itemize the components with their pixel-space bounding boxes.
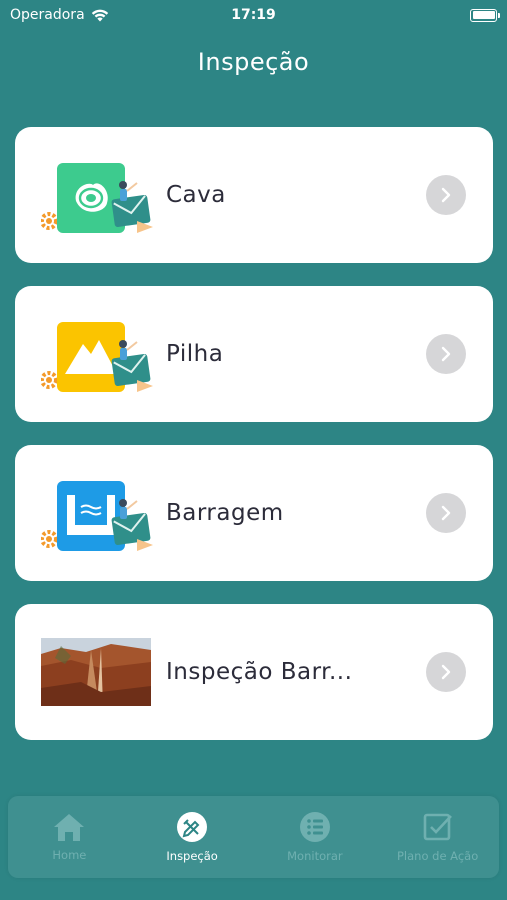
bottom-tab-bar: Home Inspeção Monitorar Plano de Ação (8, 796, 499, 878)
pilha-icon (41, 322, 153, 392)
list-item-cava[interactable]: Cava (15, 127, 493, 263)
chevron-right-icon (441, 346, 451, 362)
status-time: 17:19 (231, 7, 276, 23)
chevron-right-button[interactable] (426, 334, 466, 374)
list-item-barragem[interactable]: Barragem (15, 445, 493, 581)
list-item-inspecao-barragem[interactable]: Inspeção Barr... (15, 604, 493, 740)
status-left: Operadora (10, 7, 109, 23)
barragem-icon (41, 481, 153, 551)
list-item-label: Barragem (166, 500, 284, 526)
list-item-label: Inspeção Barr... (166, 659, 353, 685)
tab-label: Plano de Ação (396, 849, 479, 863)
tab-plano-de-acao[interactable]: Plano de Ação (380, 811, 495, 863)
list-item-pilha[interactable]: Pilha (15, 286, 493, 422)
chevron-right-icon (441, 664, 451, 680)
chevron-right-icon (441, 187, 451, 203)
inspection-icon (177, 812, 208, 842)
home-icon (54, 814, 85, 841)
checkbox-icon (423, 813, 452, 841)
battery-icon (470, 8, 500, 22)
tab-monitorar[interactable]: Monitorar (257, 811, 372, 863)
list-icon (299, 812, 330, 842)
list-item-label: Cava (166, 182, 226, 208)
inspection-type-list: Cava Pilha Barragem Inspeção Barr... (15, 127, 493, 763)
page-title: Inspeção (197, 48, 310, 76)
wifi-icon (91, 9, 108, 22)
tab-inspecao[interactable]: Inspeção (135, 811, 250, 863)
chevron-right-icon (441, 505, 451, 521)
tab-label: Home (52, 848, 87, 862)
status-bar: Operadora 17:19 (0, 0, 507, 30)
tab-label: Inspeção (166, 849, 218, 863)
tab-home[interactable]: Home (12, 812, 127, 862)
tab-label: Monitorar (287, 849, 343, 863)
photo-thumbnail (41, 638, 151, 706)
chevron-right-button[interactable] (426, 493, 466, 533)
carrier-label: Operadora (10, 7, 85, 23)
chevron-right-button[interactable] (426, 175, 466, 215)
cava-icon (41, 163, 153, 233)
list-item-label: Pilha (166, 341, 224, 367)
chevron-right-button[interactable] (426, 652, 466, 692)
